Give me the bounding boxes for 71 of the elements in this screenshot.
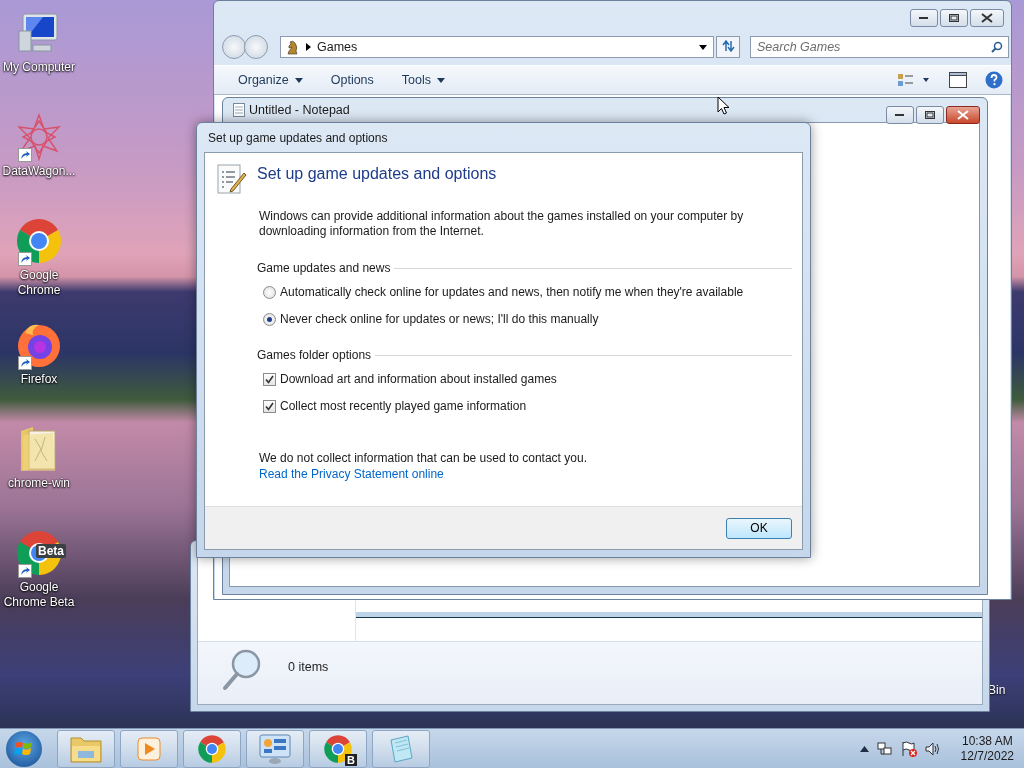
privacy-note: We do not collect information that can be used to contact you. <box>259 451 588 465</box>
radio-label[interactable]: Automatically check online for updates and news, then notify me when they're available <box>280 285 744 299</box>
control-panel-icon <box>258 732 292 765</box>
desktop-icon-label[interactable]: Google Chrome <box>1 268 77 298</box>
taskbar-button[interactable] <box>246 729 304 768</box>
chevron-icon <box>306 43 311 51</box>
start-button[interactable] <box>6 730 42 767</box>
network-icon[interactable] <box>876 740 893 757</box>
taskbar-button[interactable]: B <box>309 729 367 768</box>
maximize-button[interactable] <box>940 9 968 27</box>
minimize-button[interactable] <box>886 106 914 124</box>
radio-label[interactable]: Never check online for updates or news; I'll do this manually <box>280 312 599 326</box>
minimize-icon <box>895 113 905 117</box>
maximize-button[interactable] <box>916 106 944 124</box>
computer-icon <box>17 11 61 55</box>
preview-pane-button[interactable] <box>949 72 967 88</box>
checklist-pencil-icon <box>215 163 247 195</box>
browser-icon <box>197 733 227 764</box>
clock[interactable]: 10:38 AM 12/7/2022 <box>960 733 1014 764</box>
restore-icon <box>925 111 935 119</box>
toolbar-button[interactable]: Tools <box>393 71 453 89</box>
beta-badge: Beta <box>36 544 66 558</box>
radio-button[interactable] <box>263 285 276 299</box>
address-bar[interactable]: Games <box>280 36 714 58</box>
item-count: 0 items <box>288 660 329 674</box>
checkbox-label[interactable]: Download art and information about installed games <box>280 372 557 386</box>
ok-button[interactable]: OK <box>726 517 792 539</box>
magnifier-icon <box>222 648 262 692</box>
radio-button[interactable] <box>263 312 276 326</box>
close-icon <box>981 13 993 23</box>
view-options-button[interactable] <box>897 73 931 87</box>
volume-icon[interactable] <box>924 740 941 757</box>
close-button[interactable] <box>970 9 1004 27</box>
refresh-button[interactable] <box>716 36 740 58</box>
caret-icon <box>437 77 445 83</box>
star-logo-icon <box>15 113 63 161</box>
clock-time: 10:38 AM <box>961 733 1013 749</box>
group-label: Game updates and news <box>257 261 391 275</box>
checkbox-label[interactable]: Collect most recently played game information <box>280 399 527 413</box>
desktop-icon-label[interactable]: Google Chrome Beta <box>1 580 77 610</box>
chess-piece-icon <box>284 39 300 55</box>
window-title: Untitled - Notepad <box>249 103 350 117</box>
dropdown-icon[interactable] <box>699 44 707 50</box>
close-icon <box>957 110 969 120</box>
window-title: Set up game updates and options <box>208 130 388 145</box>
search-field[interactable]: Search Games <box>750 36 1009 58</box>
dialog-heading: Set up game updates and options <box>257 165 497 183</box>
intro-text: Windows can provide additional information about the games installed on your computer by downloading information from the Internet. <box>259 209 745 239</box>
browser-icon <box>323 733 353 764</box>
toolbar-button[interactable]: Options <box>322 71 382 89</box>
help-button[interactable] <box>985 71 1003 89</box>
notepad-icon <box>233 103 245 117</box>
show-hidden-icons-button[interactable] <box>859 745 869 752</box>
minimize-icon <box>919 16 929 20</box>
desktop-icon-label[interactable]: Firefox <box>20 372 58 387</box>
beta-badge: B <box>345 753 357 766</box>
toolbar-button[interactable]: Organize <box>230 71 311 89</box>
group-label: Games folder options <box>257 348 372 362</box>
play-icon <box>136 735 162 762</box>
close-button[interactable] <box>946 106 980 124</box>
minimize-button[interactable] <box>910 9 938 27</box>
restore-icon <box>949 14 959 22</box>
checkbox[interactable] <box>263 372 276 386</box>
refresh-icon <box>721 39 735 52</box>
browser-icon <box>15 217 63 265</box>
caret-icon <box>294 77 303 83</box>
checkbox[interactable] <box>263 399 276 413</box>
privacy-link[interactable]: Read the Privacy Statement online <box>259 467 444 481</box>
clock-date: 12/7/2022 <box>960 748 1014 764</box>
flag-icon[interactable] <box>900 740 917 757</box>
taskbar-button[interactable] <box>183 729 241 768</box>
